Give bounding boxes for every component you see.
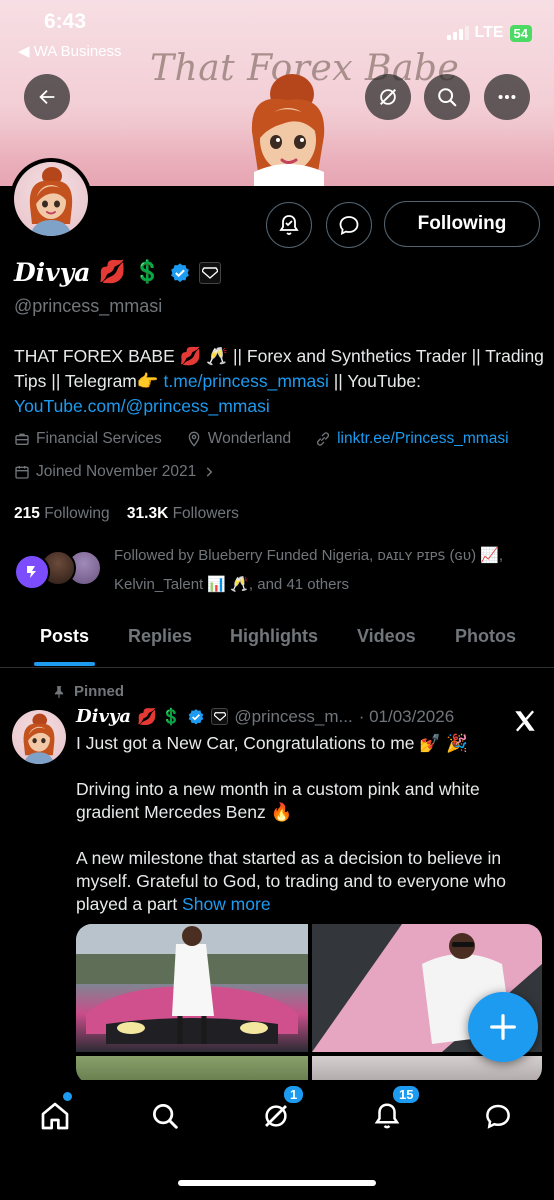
bell-icon: [374, 1103, 400, 1129]
post-author-emojis: 💋 💲: [137, 708, 182, 726]
post-paragraph-2: Driving into a new month in a custom pin…: [76, 779, 480, 822]
joined-row[interactable]: Joined November 2021: [14, 463, 216, 481]
telegram-link[interactable]: t.me/princess_mmasi: [164, 371, 329, 391]
show-more-link[interactable]: Show more: [182, 894, 271, 914]
nav-grok[interactable]: 1: [254, 1084, 306, 1138]
grok-button[interactable]: [365, 74, 411, 120]
post-line-1: I Just got a New Car, Congratulations to…: [76, 733, 468, 753]
calendar-icon: [15, 466, 29, 479]
message-button[interactable]: [326, 202, 372, 248]
profile-category: Financial Services: [36, 430, 162, 447]
tab-videos[interactable]: Videos: [357, 626, 416, 647]
search-icon: [153, 1104, 178, 1129]
avatar-image: [14, 162, 88, 236]
post-header: Divya 💋 💲 @princess_m... · 01/03/2026: [76, 706, 454, 727]
status-time: 6:43: [44, 10, 87, 33]
search-button[interactable]: [424, 74, 470, 120]
profile-name: Divya: [14, 258, 91, 287]
profile-name-emojis: 💋 💲: [98, 260, 161, 285]
briefcase-icon: [15, 433, 29, 445]
signal-icon: [446, 26, 469, 40]
affiliate-badge-icon[interactable]: [198, 261, 221, 284]
followers-count-link[interactable]: 31.3K Followers: [127, 505, 239, 522]
active-tab-indicator: [34, 662, 95, 666]
profile-bio: THAT FOREX BABE 💋 🥂 || Forex and Synthet…: [14, 344, 546, 419]
notifications-badge: 15: [391, 1084, 422, 1105]
joined-date: Joined November 2021: [36, 463, 197, 480]
chat-bubble-icon: [339, 216, 359, 236]
follow-counts: 215 Following 31.3K Followers: [14, 505, 239, 523]
post-body[interactable]: I Just got a New Car, Congratulations to…: [76, 732, 542, 916]
car-photo-1: [76, 924, 308, 1044]
post-avatar-illustration: [23, 713, 55, 764]
verified-badge-icon[interactable]: [169, 262, 191, 284]
affiliate-badge-icon: [211, 708, 229, 725]
tab-highlights[interactable]: Highlights: [230, 626, 318, 647]
profile-name-row: Divya 💋 💲: [14, 258, 221, 287]
followers-label: Followers: [172, 505, 239, 522]
pin-icon: [54, 685, 64, 698]
profile-tabs: Posts Replies Highlights Videos Photos: [0, 612, 554, 668]
x-logo-icon[interactable]: [512, 708, 538, 734]
pinned-indicator: Pinned: [52, 683, 124, 700]
nav-search[interactable]: [143, 1094, 187, 1138]
profile-location: Wonderland: [207, 430, 292, 447]
back-to-app-link[interactable]: ◀ WA Business: [18, 42, 122, 60]
followed-by-text[interactable]: Followed by Blueberry Funded Nigeria, ᴅᴀ…: [114, 541, 544, 599]
nav-notifications[interactable]: 15: [365, 1084, 422, 1138]
following-button[interactable]: Following: [384, 201, 540, 247]
grok-icon: [379, 88, 397, 106]
post-date[interactable]: · 01/03/2026: [359, 707, 454, 727]
home-indicator[interactable]: [178, 1180, 376, 1186]
chevron-right-icon: [207, 467, 213, 477]
banner-character-illustration: [251, 74, 325, 186]
link-icon: [317, 432, 330, 446]
compose-post-button[interactable]: [468, 992, 538, 1062]
more-dots-icon: [498, 94, 516, 100]
post-paragraph-3: A new milestone that started as a decisi…: [76, 848, 506, 914]
grok-badge: 1: [282, 1084, 306, 1105]
network-label: LTE: [474, 24, 504, 41]
nav-home[interactable]: [33, 1092, 77, 1138]
status-indicators: LTE 54: [446, 24, 532, 42]
post-author-avatar[interactable]: [12, 710, 66, 764]
tab-replies[interactable]: Replies: [128, 626, 192, 647]
chat-bubble-icon: [486, 1104, 510, 1129]
profile-handle: @princess_mmasi: [14, 296, 163, 316]
avatar-character-illustration: [29, 167, 73, 236]
nav-messages[interactable]: [476, 1094, 520, 1138]
location-pin-icon: [188, 431, 200, 447]
grok-icon: [265, 1105, 287, 1127]
following-count: 215: [14, 505, 40, 522]
post-media-grid: [76, 924, 542, 1084]
post-author-name[interactable]: Divya: [76, 706, 131, 727]
pinned-label: Pinned: [74, 683, 125, 700]
bio-text-2: || YouTube:: [328, 371, 422, 391]
plus-icon: [490, 1014, 516, 1040]
follower-avatar-1: [14, 554, 50, 590]
verified-badge-icon: [189, 708, 204, 724]
home-icon: [41, 1102, 69, 1130]
followers-count: 31.3K: [126, 505, 169, 522]
bell-check-icon: [279, 215, 299, 235]
profile-meta-row: Financial Services Wonderland linktr.ee/…: [14, 430, 509, 448]
profile-avatar[interactable]: [10, 158, 92, 240]
more-options-button[interactable]: [484, 74, 530, 120]
search-icon: [438, 88, 457, 107]
back-button[interactable]: [24, 74, 70, 120]
tab-photos[interactable]: Photos: [455, 626, 516, 647]
notifications-subscribe-button[interactable]: [266, 202, 312, 248]
youtube-link[interactable]: YouTube.com/@princess_mmasi: [14, 396, 270, 416]
following-count-link[interactable]: 215 Following: [14, 505, 110, 522]
arrow-left-icon: [39, 89, 55, 105]
profile-website-link[interactable]: linktr.ee/Princess_mmasi: [337, 430, 508, 448]
post-author-handle[interactable]: @princess_m...: [234, 707, 352, 727]
battery-icon: 54: [509, 24, 532, 42]
tab-posts[interactable]: Posts: [40, 626, 89, 647]
home-unread-dot: [63, 1092, 72, 1101]
post-image-1[interactable]: [76, 924, 308, 1052]
following-label: Following: [44, 505, 110, 522]
